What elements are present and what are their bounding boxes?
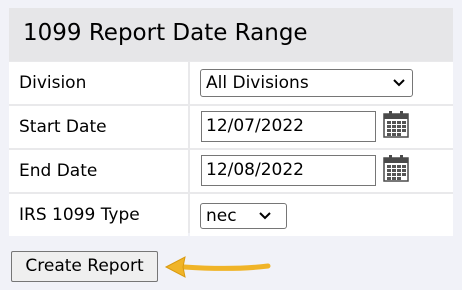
division-row: Division All Divisions: [9, 62, 453, 104]
start-date-value-cell: 12/07/2022: [190, 106, 453, 148]
start-date-input-value: 12/07/2022: [206, 116, 304, 136]
irs-type-select-value: nec: [206, 206, 237, 226]
irs-type-row: IRS 1099 Type nec: [9, 194, 453, 236]
division-select[interactable]: All Divisions: [200, 69, 413, 97]
end-date-label-cell: End Date: [9, 150, 188, 192]
calendar-icon[interactable]: [383, 155, 409, 182]
division-select-value: All Divisions: [206, 73, 309, 93]
division-value-cell: All Divisions: [190, 62, 453, 104]
chevron-down-icon: [259, 212, 271, 220]
calendar-icon[interactable]: [383, 111, 409, 138]
division-label-cell: Division: [9, 62, 188, 104]
create-report-button[interactable]: Create Report: [11, 251, 158, 282]
start-date-label: Start Date: [19, 117, 107, 137]
start-date-input[interactable]: 12/07/2022: [201, 111, 376, 142]
irs-type-value-cell: nec: [190, 194, 453, 236]
start-date-label-cell: Start Date: [9, 106, 188, 148]
division-label: Division: [19, 73, 87, 93]
end-date-label: End Date: [19, 161, 98, 181]
chevron-down-icon: [393, 79, 405, 87]
end-date-input[interactable]: 12/08/2022: [201, 155, 376, 186]
irs-type-select[interactable]: nec: [200, 203, 287, 229]
start-date-row: Start Date 12/07/2022: [9, 106, 453, 148]
end-date-value-cell: 12/08/2022: [190, 150, 453, 192]
irs-type-label-cell: IRS 1099 Type: [9, 194, 188, 236]
page-title: 1099 Report Date Range: [23, 20, 308, 46]
arrow-left-icon: [164, 256, 271, 278]
end-date-input-value: 12/08/2022: [206, 160, 304, 180]
end-date-row: End Date 12/08/2022: [9, 150, 453, 192]
irs-type-label: IRS 1099 Type: [19, 205, 140, 225]
